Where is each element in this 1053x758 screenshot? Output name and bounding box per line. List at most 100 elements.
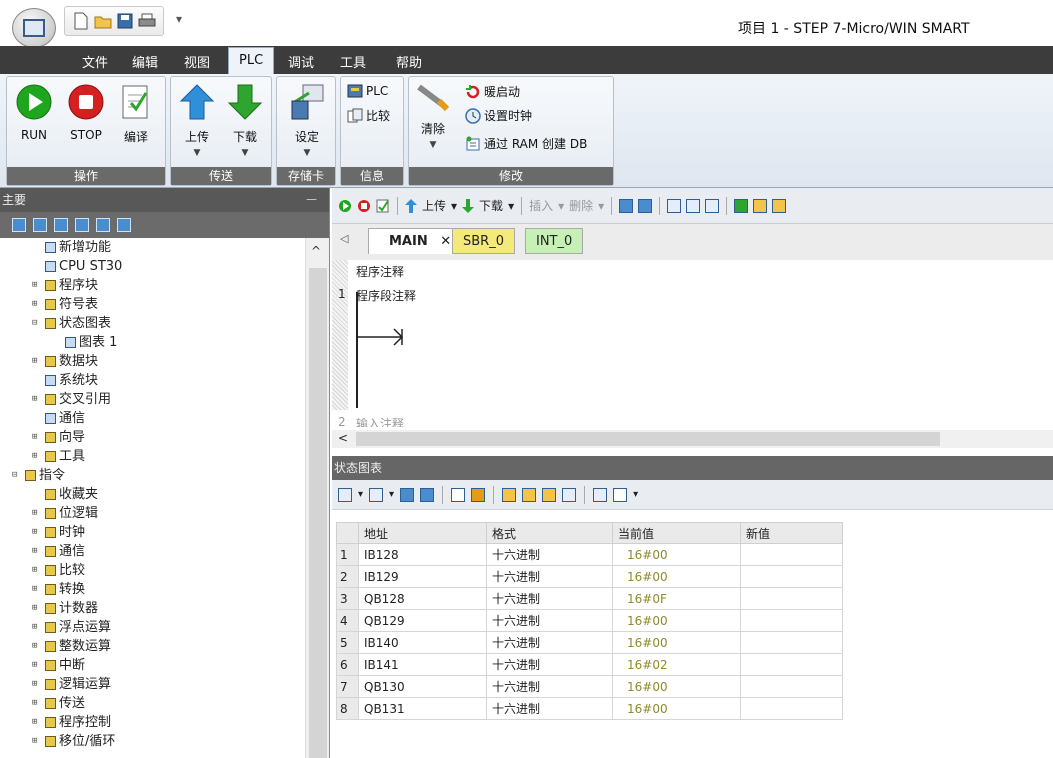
tree-expander-icon[interactable]: ⊞	[32, 561, 42, 580]
tree-expander-icon[interactable]: ⊞	[32, 656, 42, 675]
unlock-icon[interactable]	[772, 198, 787, 213]
network-comment[interactable]: 程序段注释	[356, 287, 416, 304]
clear-button[interactable]: 清除 ▼	[415, 83, 451, 150]
customize-toolbar-dropdown[interactable]: ▾	[176, 12, 182, 26]
tree-item[interactable]: 新增功能	[32, 238, 111, 257]
tree-item[interactable]: ⊞ 移位/循环	[32, 732, 115, 751]
cell-address[interactable]: IB128	[358, 543, 487, 566]
tree-item[interactable]: 图表 1	[52, 333, 117, 352]
menu-edit[interactable]: 编辑	[132, 52, 158, 71]
trend-chart-icon[interactable]	[593, 487, 608, 502]
cell-format[interactable]: 十六进制	[486, 653, 613, 676]
scroll-up-icon[interactable]: ^	[311, 244, 321, 258]
tree-item[interactable]: ⊞ 通信	[32, 542, 85, 561]
tree-expander-icon[interactable]: ⊞	[32, 428, 42, 447]
column-format[interactable]: 格式	[486, 522, 613, 544]
toolbar-delete[interactable]: 删除	[569, 197, 593, 214]
cell-address[interactable]: IB141	[358, 653, 487, 676]
scroll-thumb[interactable]	[309, 268, 327, 758]
stop-icon[interactable]	[357, 199, 371, 213]
save-icon[interactable]	[115, 11, 135, 31]
table-row[interactable]: 8 QB131 十六进制 16#00	[336, 697, 843, 720]
table-row[interactable]: 2 IB129 十六进制 16#00	[336, 565, 843, 588]
tree-expander-icon[interactable]: ⊞	[32, 504, 42, 523]
tab-int0[interactable]: INT_0	[525, 228, 584, 254]
close-icon[interactable]: ✕	[440, 234, 451, 249]
tree-item[interactable]: ⊞ 时钟	[32, 523, 85, 542]
chevron-down-icon[interactable]: ▾	[389, 489, 394, 500]
tree-item[interactable]: ⊞ 工具	[32, 447, 85, 466]
tree-item[interactable]: ⊞ 数据块	[32, 352, 98, 371]
toolbar-insert[interactable]: 插入	[529, 197, 553, 214]
cell-format[interactable]: 十六进制	[486, 697, 613, 720]
cell-current-value[interactable]: 16#00	[612, 631, 741, 654]
options-icon[interactable]	[613, 487, 628, 502]
tree-item[interactable]: ⊞ 转换	[32, 580, 85, 599]
compare-button[interactable]: 比较	[347, 107, 390, 124]
network-view-icon[interactable]	[638, 198, 653, 213]
run-button[interactable]: RUN	[15, 83, 53, 142]
cell-address[interactable]: QB129	[358, 609, 487, 632]
status-chart-icon[interactable]	[54, 218, 68, 232]
tree-item[interactable]: ⊟ 指令	[12, 466, 65, 485]
cell-current-value[interactable]: 16#0F	[612, 587, 741, 610]
unforce-icon[interactable]	[522, 487, 537, 502]
run-icon[interactable]	[338, 199, 352, 213]
tree-item[interactable]: ⊞ 位逻辑	[32, 504, 98, 523]
tree-expander-icon[interactable]: ⊞	[32, 580, 42, 599]
tree-expander-icon[interactable]: ⊞	[32, 523, 42, 542]
tree-expander-icon[interactable]: ⊞	[32, 390, 42, 409]
column-address[interactable]: 地址	[358, 522, 487, 544]
goto-icon[interactable]	[734, 198, 749, 213]
cell-format[interactable]: 十六进制	[486, 587, 613, 610]
tree-expander-icon[interactable]: ⊞	[32, 276, 42, 295]
upload-button[interactable]: 上传 ▼	[179, 83, 215, 158]
menu-debug[interactable]: 调试	[288, 52, 314, 71]
tree-expander-icon[interactable]: ⊞	[32, 713, 42, 732]
print-icon[interactable]	[137, 11, 157, 31]
tree-expander-icon[interactable]: ⊞	[32, 694, 42, 713]
tree-expander-icon[interactable]: ⊞	[32, 599, 42, 618]
tree-expander-icon[interactable]: ⊞	[32, 352, 42, 371]
setup-button[interactable]: 设定 ▼	[289, 83, 325, 158]
tree-expander-icon[interactable]: ⊞	[32, 732, 42, 751]
program-comment[interactable]: 程序注释	[356, 263, 404, 280]
cell-current-value[interactable]: 16#00	[612, 543, 741, 566]
menu-view[interactable]: 视图	[184, 52, 210, 71]
read-icon[interactable]	[451, 487, 466, 502]
tree-expander-icon[interactable]: ⊟	[32, 314, 42, 333]
menu-tools[interactable]: 工具	[340, 52, 366, 71]
compile-button[interactable]: 编译	[119, 83, 153, 145]
chevron-down-icon[interactable]: ▾	[451, 199, 457, 213]
tab-scroll-left-icon[interactable]: ◁	[340, 232, 348, 245]
table-row[interactable]: 5 IB140 十六进制 16#00	[336, 631, 843, 654]
tree-item[interactable]: ⊞ 比较	[32, 561, 85, 580]
tree-expander-icon[interactable]: ⊞	[32, 542, 42, 561]
cell-address[interactable]: QB130	[358, 675, 487, 698]
communication-icon[interactable]	[117, 218, 131, 232]
chevron-down-icon[interactable]: ▾	[598, 199, 604, 213]
insert-row-icon[interactable]	[338, 487, 352, 502]
force-lock-icon[interactable]	[502, 487, 517, 502]
chevron-down-icon[interactable]: ▾	[358, 489, 363, 500]
tree-item[interactable]: ⊞ 中断	[32, 656, 85, 675]
create-db-button[interactable]: 通过 RAM 创建 DB	[465, 135, 587, 152]
cell-format[interactable]: 十六进制	[486, 543, 613, 566]
trend-view-icon[interactable]	[420, 487, 435, 502]
column-new-value[interactable]: 新值	[740, 522, 843, 544]
unforce-all-icon[interactable]	[542, 487, 557, 502]
chevron-down-icon[interactable]: ▾	[508, 199, 514, 213]
network-view-icon[interactable]	[619, 198, 634, 213]
tab-sbr0[interactable]: SBR_0	[452, 228, 515, 254]
editor-hscrollbar[interactable]: <	[332, 430, 1053, 448]
cell-address[interactable]: QB128	[358, 587, 487, 610]
chart-status-icon[interactable]	[400, 487, 415, 502]
delete-row-icon[interactable]	[369, 487, 384, 502]
tree-item[interactable]: 通信	[32, 409, 85, 428]
data-block-icon[interactable]	[75, 218, 89, 232]
cell-format[interactable]: 十六进制	[486, 675, 613, 698]
program-block-icon[interactable]	[12, 218, 26, 232]
tree-expander-icon[interactable]: ⊟	[12, 466, 22, 485]
read-forced-icon[interactable]	[562, 487, 577, 502]
tree-item[interactable]: 收藏夹	[32, 485, 98, 504]
